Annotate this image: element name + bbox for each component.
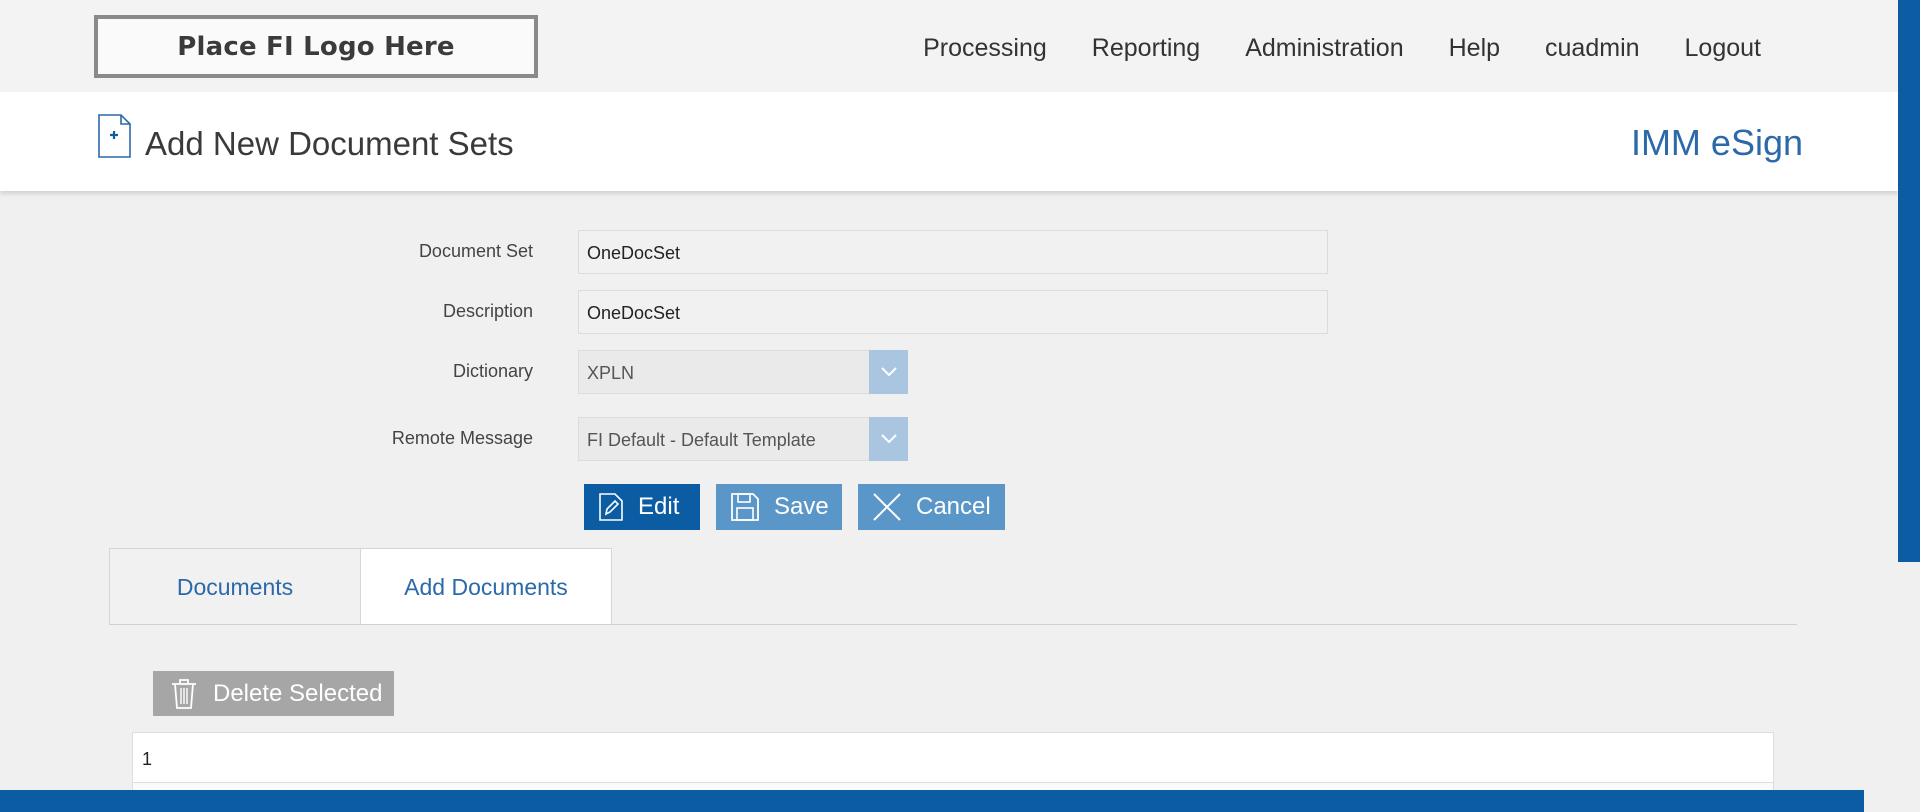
floppy-disk-icon xyxy=(730,492,760,522)
logo-placeholder: Place FI Logo Here xyxy=(94,15,538,78)
dictionary-label: Dictionary xyxy=(452,361,533,381)
nav-processing[interactable]: Processing xyxy=(923,34,1047,63)
dictionary-select[interactable]: XPLN xyxy=(578,350,908,394)
nav-reporting[interactable]: Reporting xyxy=(1092,34,1200,63)
remote-message-select[interactable]: FI Default - Default Template xyxy=(578,417,908,461)
chevron-down-icon[interactable] xyxy=(869,417,908,461)
tab-divider xyxy=(109,624,1797,625)
cancel-button[interactable]: Cancel xyxy=(858,484,1005,530)
save-label: Save xyxy=(774,493,829,520)
nav-logout[interactable]: Logout xyxy=(1685,34,1761,63)
save-button[interactable]: Save xyxy=(716,484,842,530)
horizontal-scrollbar[interactable] xyxy=(0,790,1864,812)
remote-message-label: Remote Message xyxy=(391,428,533,448)
remote-message-value: FI Default - Default Template xyxy=(587,430,816,450)
top-navigation-bar: Place FI Logo Here Processing Reporting … xyxy=(0,0,1898,92)
edit-label: Edit xyxy=(638,493,680,520)
vertical-scrollbar[interactable] xyxy=(1898,0,1920,562)
document-set-label: Document Set xyxy=(418,241,533,261)
trash-icon xyxy=(169,678,199,710)
cancel-label: Cancel xyxy=(916,493,991,520)
table-cell: 1 xyxy=(142,749,153,769)
tab-documents-label: Documents xyxy=(176,573,294,600)
nav-user[interactable]: cuadmin xyxy=(1545,34,1640,63)
description-field[interactable]: OneDocSet xyxy=(578,290,1328,334)
table-row[interactable]: 1 xyxy=(132,732,1774,783)
delete-selected-button[interactable]: Delete Selected xyxy=(153,671,394,716)
tab-add-documents[interactable]: Add Documents xyxy=(360,548,612,625)
main-nav: Processing Reporting Administration Help… xyxy=(923,34,1761,63)
edit-button[interactable]: Edit xyxy=(584,484,700,530)
add-document-icon xyxy=(98,114,131,158)
delete-selected-label: Delete Selected xyxy=(213,679,383,707)
tab-documents[interactable]: Documents xyxy=(109,548,361,625)
close-icon xyxy=(872,492,902,522)
chevron-down-icon[interactable] xyxy=(869,350,908,394)
description-label: Description xyxy=(442,301,533,321)
document-set-field[interactable]: OneDocSet xyxy=(578,230,1328,274)
tab-add-documents-label: Add Documents xyxy=(404,573,568,600)
nav-help[interactable]: Help xyxy=(1449,34,1500,63)
brand-name: IMM eSign xyxy=(1630,122,1803,163)
page-title: Add New Document Sets xyxy=(145,125,514,162)
pencil-icon xyxy=(598,492,624,522)
dictionary-value: XPLN xyxy=(587,363,635,383)
nav-administration[interactable]: Administration xyxy=(1245,34,1403,63)
